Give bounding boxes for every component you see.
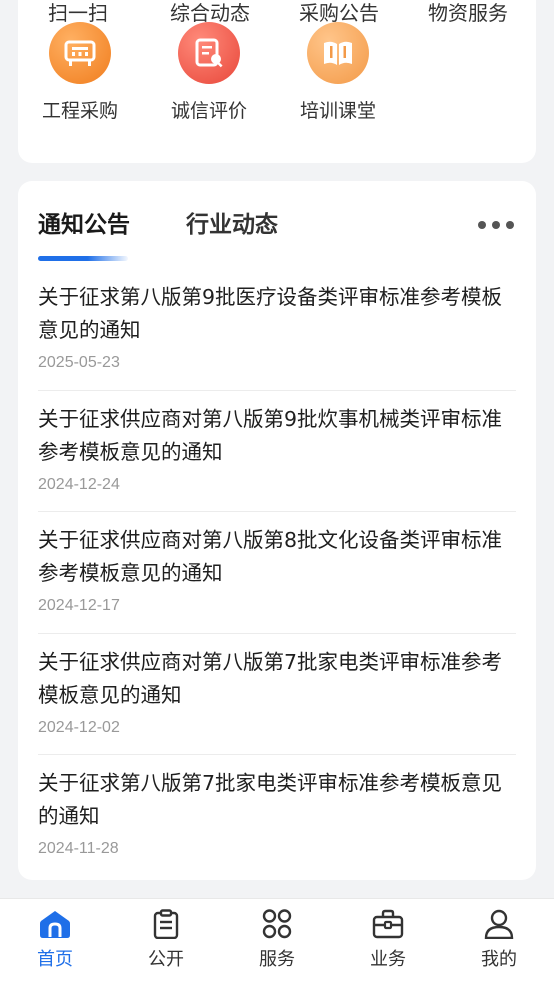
more-dots-icon[interactable]	[478, 221, 514, 231]
list-item[interactable]: 关于征求第八版第9批医疗设备类评审标准参考模板意见的通知 2025-05-23	[38, 269, 516, 391]
news-date: 2024-12-02	[38, 718, 120, 736]
news-date: 2024-12-24	[38, 475, 120, 493]
training-book-icon	[307, 22, 369, 84]
credit-evaluation-icon	[178, 22, 240, 84]
list-item[interactable]: 关于征求供应商对第八版第9批炊事机械类评审标准参考模板意见的通知 2024-12…	[38, 391, 516, 512]
quick-access-icons: 工程采购 诚信评价 培训课堂	[18, 22, 536, 132]
news-card: 通知公告 行业动态 关于征求第八版第9批医疗设备类评审标准参考模板意见的通知 2…	[18, 181, 536, 880]
briefcase-icon	[372, 909, 404, 939]
tab-mine[interactable]: 我的	[444, 909, 554, 971]
tab-label: 公开	[148, 949, 184, 970]
news-date: 2025-05-23	[38, 354, 120, 371]
active-tab-indicator	[38, 256, 128, 261]
tab-home[interactable]: 首页	[0, 909, 110, 971]
news-date: 2024-11-28	[38, 840, 119, 857]
clipboard-icon	[153, 909, 179, 939]
quick-item-material-service[interactable]: 物资服务	[428, 2, 508, 24]
news-title: 关于征求供应商对第八版第7批家电类评审标准参考模板意见的通知	[38, 649, 503, 707]
tab-label: 服务	[259, 949, 295, 970]
user-icon	[484, 909, 514, 939]
services-grid-icon	[262, 909, 292, 939]
tab-label: 业务	[370, 949, 406, 970]
news-title: 关于征求供应商对第八版第9批炊事机械类评审标准参考模板意见的通知	[38, 406, 503, 464]
home-icon	[40, 911, 70, 938]
quick-item-label: 培训课堂	[299, 100, 376, 122]
quick-item-news[interactable]: 综合动态	[170, 2, 250, 24]
quick-item-procurement-notice[interactable]: 采购公告	[299, 2, 379, 24]
quick-item-training[interactable]: 培训课堂	[283, 22, 393, 123]
tab-business[interactable]: 业务	[333, 909, 443, 971]
tab-label: 首页	[37, 949, 73, 970]
tab-services[interactable]: 服务	[222, 909, 332, 971]
news-list: 关于征求第八版第9批医疗设备类评审标准参考模板意见的通知 2025-05-23 …	[38, 269, 516, 877]
quick-item-label: 工程采购	[41, 100, 118, 122]
news-title: 关于征求供应商对第八版第8批文化设备类评审标准参考模板意见的通知	[38, 528, 503, 585]
quick-access-card: 扫一扫 综合动态 采购公告 物资服务 工程采购 诚信评价 培训课堂	[18, 0, 536, 163]
quick-item-label: 诚信评价	[170, 100, 247, 122]
tab-public[interactable]: 公开	[111, 909, 221, 971]
list-item[interactable]: 关于征求供应商对第八版第8批文化设备类评审标准参考模板意见的通知 2024-12…	[38, 512, 516, 634]
news-tabs: 通知公告 行业动态	[38, 205, 518, 245]
tab-notices[interactable]: 通知公告	[38, 205, 130, 239]
news-title: 关于征求第八版第7批家电类评审标准参考模板意见的通知	[38, 771, 503, 828]
tab-industry-news[interactable]: 行业动态	[186, 205, 278, 239]
bottom-tab-bar: 首页 公开 服务 业务 我的	[0, 898, 554, 985]
tab-label: 我的	[481, 949, 517, 970]
list-item[interactable]: 关于征求第八版第7批家电类评审标准参考模板意见的通知 2024-11-28	[38, 755, 516, 877]
news-date: 2024-12-17	[38, 597, 120, 614]
construction-purchase-icon	[49, 22, 111, 84]
quick-item-scan[interactable]: 扫一扫	[48, 2, 108, 24]
quick-item-construction-purchase[interactable]: 工程采购	[25, 22, 135, 123]
list-item[interactable]: 关于征求供应商对第八版第7批家电类评审标准参考模板意见的通知 2024-12-0…	[38, 634, 516, 755]
quick-item-credit-evaluation[interactable]: 诚信评价	[154, 22, 264, 123]
news-title: 关于征求第八版第9批医疗设备类评审标准参考模板意见的通知	[38, 285, 503, 342]
